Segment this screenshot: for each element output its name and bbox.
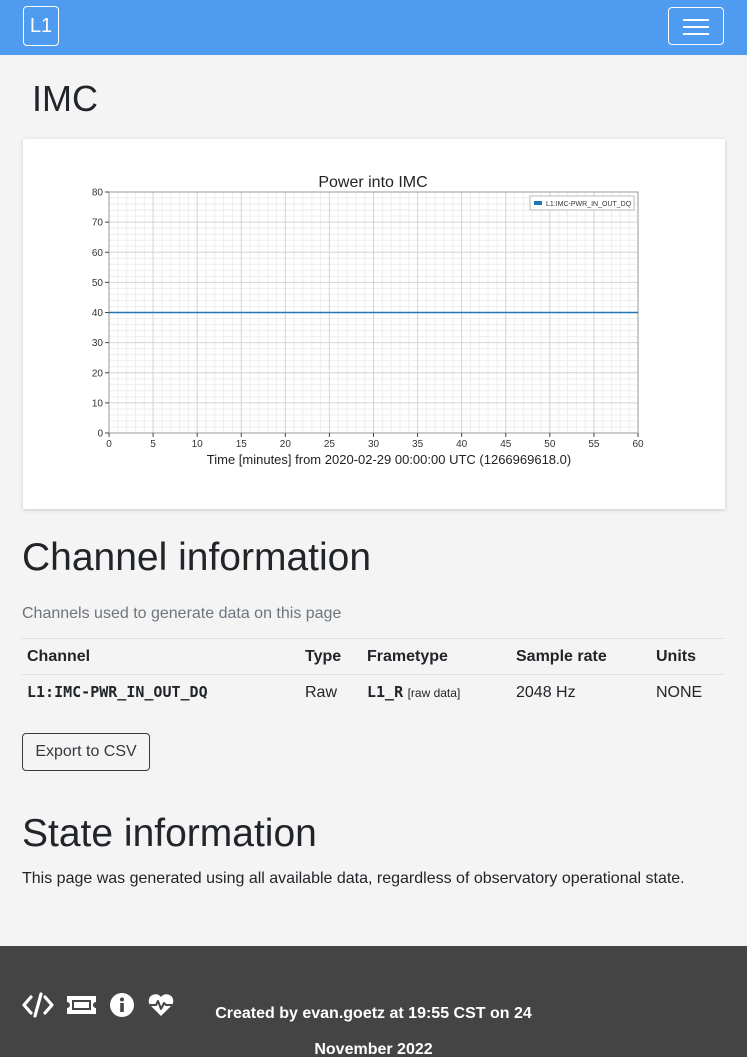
- x-tick-label: 60: [632, 439, 644, 450]
- channel-info-heading: Channel information: [22, 536, 372, 579]
- x-tick-label: 35: [412, 439, 424, 450]
- hamburger-icon-bar: [683, 33, 709, 35]
- ticket-icon[interactable]: [66, 992, 97, 1018]
- x-tick-label: 15: [236, 439, 248, 450]
- x-tick-label: 5: [150, 439, 156, 450]
- footer-credit: Created by evan.goetz at 19:55 CST on 24…: [196, 996, 551, 1057]
- y-tick-label: 50: [92, 278, 104, 289]
- table-header-row: Channel Type Frametype Sample rate Units: [22, 638, 725, 675]
- x-axis: 0 5 10 15 20 25 30 35 40 45 50 55 60: [106, 433, 644, 450]
- y-tick-label: 0: [97, 429, 103, 440]
- state-description: This page was generated using all availa…: [22, 870, 685, 887]
- table-row: L1:IMC-PWR_IN_OUT_DQ Raw L1_R [raw data]…: [22, 675, 725, 711]
- code-icon[interactable]: [22, 992, 54, 1018]
- x-tick-label: 40: [456, 439, 468, 450]
- chart-title: Power into IMC: [318, 174, 427, 191]
- x-tick-label: 50: [544, 439, 556, 450]
- col-type: Type: [300, 638, 362, 675]
- frametype-note: [raw data]: [407, 686, 461, 701]
- channel-frametype: L1_R [raw data]: [362, 675, 511, 711]
- heartbeat-icon[interactable]: [147, 992, 175, 1018]
- x-tick-label: 30: [368, 439, 380, 450]
- x-tick-label: 25: [324, 439, 336, 450]
- channel-sample-rate: 2048 Hz: [516, 683, 576, 701]
- x-axis-label: Time [minutes] from 2020-02-29 00:00:00 …: [207, 452, 571, 467]
- y-tick-label: 40: [92, 308, 104, 319]
- col-sample-rate: Sample rate: [511, 638, 651, 675]
- col-frametype: Frametype: [362, 638, 511, 675]
- x-tick-label: 55: [588, 439, 600, 450]
- channel-description: Channels used to generate data on this p…: [22, 605, 342, 622]
- credit-line-2: November 2022: [314, 1041, 433, 1057]
- hamburger-icon-bar: [683, 26, 709, 28]
- x-tick-label: 45: [500, 439, 512, 450]
- x-tick-label: 0: [106, 439, 112, 450]
- power-chart: Power into IMC 0 5 10 15 20 25 30 35 40 45 50 55 60 …: [92, 174, 644, 467]
- y-tick-label: 60: [92, 248, 104, 259]
- x-tick-label: 10: [192, 439, 204, 450]
- y-tick-label: 10: [92, 398, 104, 409]
- col-units: Units: [651, 638, 725, 675]
- y-axis: 0 10 20 30 40 50 60 70 80: [92, 188, 109, 440]
- y-tick-label: 30: [92, 338, 104, 349]
- channel-name-text: L1:IMC-PWR_IN_OUT_DQ: [27, 683, 208, 702]
- hamburger-icon: [683, 19, 709, 21]
- col-channel: Channel: [22, 638, 300, 675]
- legend-label: L1:IMC-PWR_IN_OUT_DQ: [546, 201, 632, 208]
- credit-line-1: Created by evan.goetz at 19:55 CST on 24: [215, 1005, 532, 1022]
- frametype-code: L1_R: [367, 683, 404, 702]
- channel-name: L1:IMC-PWR_IN_OUT_DQ: [22, 675, 300, 711]
- state-info-heading: State information: [22, 812, 317, 855]
- menu-toggle-button[interactable]: [668, 7, 724, 45]
- page-title: IMC: [32, 78, 98, 119]
- footer: Created by evan.goetz at 19:55 CST on 24…: [0, 946, 747, 1057]
- channel-table: Channel Type Frametype Sample rate Units…: [22, 638, 725, 711]
- info-icon[interactable]: [109, 992, 135, 1018]
- brand-logo[interactable]: L1: [23, 6, 59, 46]
- chart-legend: L1:IMC-PWR_IN_OUT_DQ: [529, 195, 635, 211]
- y-tick-label: 20: [92, 368, 104, 379]
- y-tick-label: 70: [92, 218, 104, 229]
- y-tick-label: 80: [92, 188, 104, 199]
- plot-card: Power into IMC 0 5 10 15 20 25 30 35 40 45 50 55 60 …: [23, 139, 725, 509]
- channel-units: NONE: [656, 683, 703, 701]
- export-csv-button[interactable]: Export to CSV: [22, 733, 150, 771]
- channel-type: Raw: [305, 683, 338, 701]
- x-tick-label: 20: [280, 439, 292, 450]
- navbar: L1: [0, 0, 747, 55]
- legend-swatch: [534, 201, 542, 205]
